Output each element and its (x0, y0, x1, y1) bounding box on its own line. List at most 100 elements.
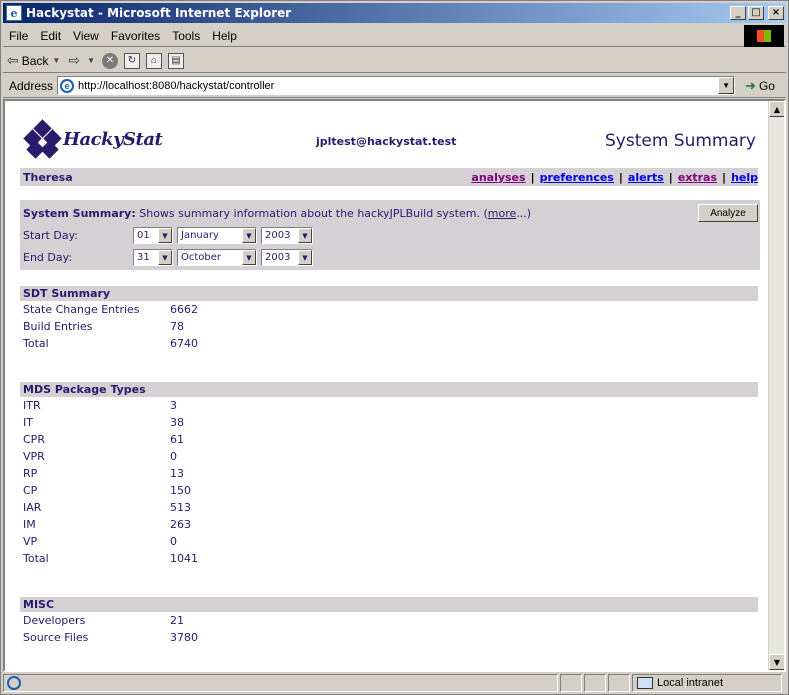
more-link[interactable]: more (488, 207, 517, 220)
analysis-description: System Summary: Shows summary informatio… (23, 207, 531, 220)
chevron-down-icon: ▼ (158, 228, 172, 243)
status-cell (560, 674, 582, 692)
table-row: State Change Entries 6662 (20, 301, 758, 318)
section-header: SDT Summary (20, 286, 758, 301)
table-row: VP 0 (20, 533, 758, 550)
section-header: MDS Package Types (20, 382, 758, 397)
table-row: ITR 3 (20, 397, 758, 414)
table-row: Total 1041 (20, 550, 758, 567)
nav-separator: | (530, 170, 535, 184)
end-year-select[interactable]: 2003 ▼ (261, 249, 313, 266)
chevron-down-icon: ▼ (242, 228, 256, 243)
start-month-select[interactable]: January ▼ (177, 227, 257, 244)
address-url: http://localhost:8080/hackystat/controll… (78, 79, 275, 92)
chevron-down-icon: ▼ (242, 250, 256, 265)
row-value: 3780 (170, 631, 198, 644)
window-title: Hackystat - Microsoft Internet Explorer (26, 6, 292, 20)
address-label: Address (9, 78, 54, 93)
page-content: HackyStat jpltest@hackystat.test System … (5, 101, 768, 670)
maximize-button[interactable]: □ (748, 6, 764, 20)
nav-link-extras[interactable]: extras (678, 171, 717, 184)
row-value: 513 (170, 501, 191, 514)
start-year-select[interactable]: 2003 ▼ (261, 227, 313, 244)
row-value: 6662 (170, 303, 198, 316)
vertical-scrollbar[interactable]: ▲ ▼ (768, 101, 784, 670)
chevron-down-icon[interactable]: ▼ (718, 77, 735, 94)
start-day-value: 01 (137, 230, 150, 241)
menu-help[interactable]: Help (206, 29, 243, 43)
forward-button[interactable]: ⇨ ▼ (64, 52, 99, 69)
row-label: VPR (23, 450, 45, 463)
row-label: Build Entries (23, 320, 93, 333)
minimize-button[interactable]: _ (730, 6, 746, 20)
row-label: IT (23, 416, 33, 429)
back-button[interactable]: ⇦ Back ▼ (3, 52, 64, 69)
status-cell (608, 674, 630, 692)
scroll-down-icon[interactable]: ▼ (769, 654, 784, 670)
page-icon: e (60, 78, 75, 93)
row-value: 0 (170, 450, 177, 463)
refresh-icon[interactable]: ↻ (124, 52, 140, 69)
back-arrow-icon: ⇦ (7, 52, 19, 68)
row-value: 1041 (170, 552, 198, 565)
page-status-icon (7, 676, 21, 690)
user-name: Theresa (23, 170, 73, 184)
nav-link-alerts[interactable]: alerts (628, 171, 664, 184)
menu-tools[interactable]: Tools (166, 29, 206, 43)
nav-link-help[interactable]: help (731, 171, 758, 184)
chevron-down-icon[interactable]: ▼ (87, 56, 95, 65)
row-value: 150 (170, 484, 191, 497)
table-row: IT 38 (20, 414, 758, 431)
go-button[interactable]: ➜ Go (745, 78, 775, 94)
address-input[interactable]: e http://localhost:8080/hackystat/contro… (57, 76, 736, 95)
toolbar: ⇦ Back ▼ ⇨ ▼ ✕ ↻ ⌂ ▤ (3, 49, 786, 73)
description-text: Shows summary information about the hack… (135, 207, 488, 220)
row-label: ITR (23, 399, 41, 412)
print-icon[interactable]: ▤ (168, 52, 184, 69)
menu-file[interactable]: File (3, 29, 34, 43)
status-main (3, 674, 558, 692)
home-icon[interactable]: ⌂ (146, 52, 162, 69)
end-month-select[interactable]: October ▼ (177, 249, 257, 266)
table-row: VPR 0 (20, 448, 758, 465)
end-day-select[interactable]: 31 ▼ (133, 249, 173, 266)
row-value: 6740 (170, 337, 198, 350)
start-day-row: Start Day: 01 ▼ January ▼ 2003 ▼ (23, 227, 317, 244)
table-row: RP 13 (20, 465, 758, 482)
description-end: ...) (516, 207, 532, 220)
mds-package-types-section: MDS Package Types ITR 3 IT 38 CPR 61 VPR 0 R… (20, 382, 758, 567)
nav-link-analyses[interactable]: analyses (471, 171, 525, 184)
menu-edit[interactable]: Edit (34, 29, 67, 43)
table-row: Total 6740 (20, 335, 758, 352)
end-day-label: End Day: (23, 251, 73, 264)
row-label: VP (23, 535, 38, 548)
nav-separator: | (618, 170, 623, 184)
forward-arrow-icon: ⇨ (68, 52, 81, 68)
row-label: IAR (23, 501, 42, 514)
start-day-label: Start Day: (23, 229, 78, 242)
stop-icon[interactable]: ✕ (102, 52, 118, 69)
table-row: CP 150 (20, 482, 758, 499)
analyze-button[interactable]: Analyze (698, 204, 758, 222)
ie-icon: e (6, 5, 22, 21)
row-label: IM (23, 518, 36, 531)
chevron-down-icon: ▼ (298, 228, 312, 243)
menu-view[interactable]: View (67, 29, 105, 43)
end-day-value: 31 (137, 252, 150, 263)
sdt-summary-section: SDT Summary State Change Entries 6662 Bui… (20, 286, 758, 352)
menu-favorites[interactable]: Favorites (105, 29, 166, 43)
logo-mark-icon (23, 119, 62, 159)
close-button[interactable]: × (768, 6, 784, 20)
analysis-controls: System Summary: Shows summary informatio… (20, 200, 760, 270)
row-label: CPR (23, 433, 45, 446)
go-label: Go (758, 78, 775, 93)
start-day-select[interactable]: 01 ▼ (133, 227, 173, 244)
scroll-up-icon[interactable]: ▲ (769, 101, 784, 117)
go-arrow-icon: ➜ (745, 77, 756, 93)
table-row: IM 263 (20, 516, 758, 533)
nav-bar: Theresa analyses | preferences | alerts … (20, 168, 758, 186)
nav-link-preferences[interactable]: preferences (540, 171, 614, 184)
start-year-value: 2003 (265, 230, 291, 241)
logo-text: HackyStat (63, 128, 163, 150)
chevron-down-icon[interactable]: ▼ (52, 56, 60, 65)
